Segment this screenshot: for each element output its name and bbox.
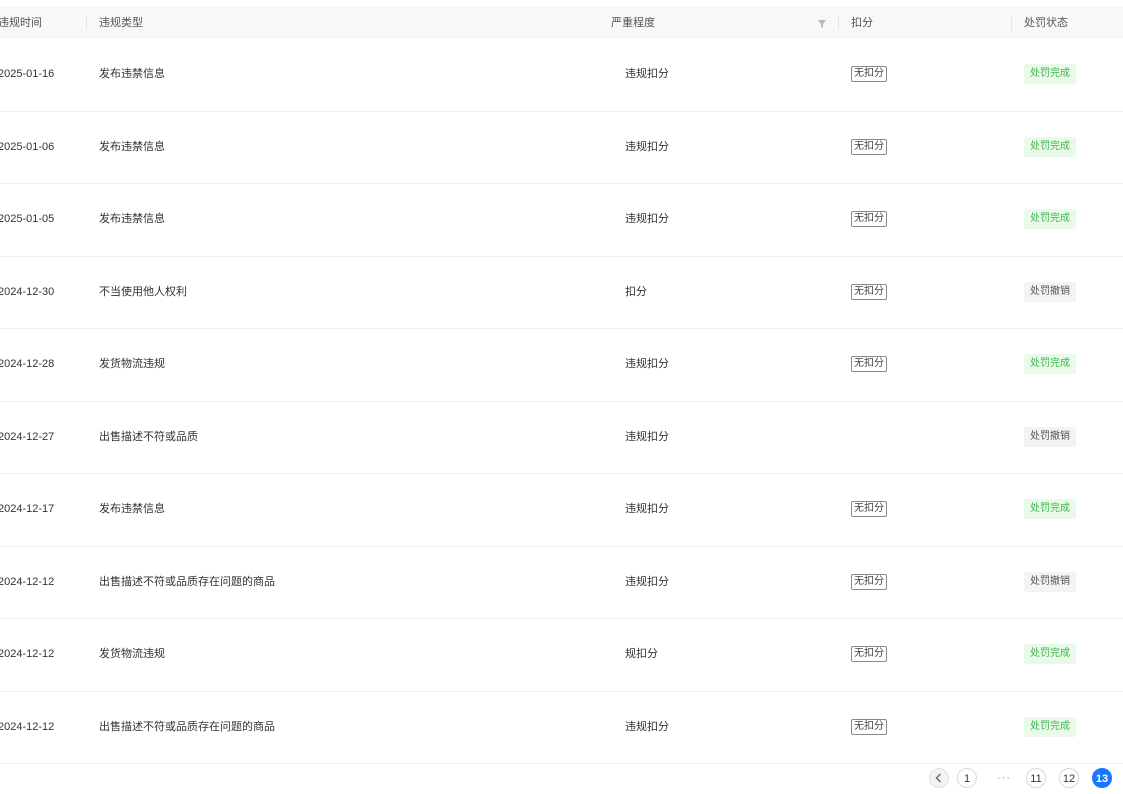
pagination: 1 ··· 11 12 13 bbox=[0, 768, 1123, 790]
pagination-ellipsis[interactable]: ··· bbox=[994, 768, 1014, 788]
status-badge: 处罚撤销 bbox=[1024, 426, 1076, 447]
table-row: 2024-12-12 出售描述不符或品质存在问题的商品 违规扣分 无扣分 处罚完… bbox=[0, 692, 1123, 764]
points-tag: 无扣分 bbox=[851, 718, 887, 735]
status-cell: 处罚完成 bbox=[1024, 329, 1076, 400]
violation-type: 出售描述不符或品质存在问题的商品 bbox=[99, 720, 275, 733]
table-row: 2024-12-12 出售描述不符或品质存在问题的商品 违规扣分 无扣分 处罚撤… bbox=[0, 547, 1123, 619]
violations-table: 违规时间 违规类型 严重程度 扣分 处罚状态 2025-01-16 发布违禁信息… bbox=[0, 7, 1123, 764]
status-badge: 处罚完成 bbox=[1024, 716, 1076, 737]
points-tag: 无扣分 bbox=[851, 501, 887, 518]
table-row: 2025-01-16 发布违禁信息 违规扣分 无扣分 处罚完成 bbox=[0, 39, 1123, 112]
points-tag: 无扣分 bbox=[851, 356, 887, 373]
points-cell: 无扣分 bbox=[851, 329, 887, 400]
points-tag: 无扣分 bbox=[851, 283, 887, 300]
table-row: 2024-12-30 不当使用他人权利 扣分 无扣分 处罚撤销 bbox=[0, 257, 1123, 329]
status-cell: 处罚完成 bbox=[1024, 692, 1076, 763]
violation-severity: 违规扣分 bbox=[625, 213, 669, 225]
violation-severity: 违规扣分 bbox=[625, 140, 669, 153]
violation-date: 2024-12-28 bbox=[0, 358, 55, 370]
status-cell: 处罚完成 bbox=[1024, 112, 1076, 183]
violation-severity: 违规扣分 bbox=[625, 358, 669, 370]
table-row: 2024-12-28 发货物流违规 违规扣分 无扣分 处罚完成 bbox=[0, 329, 1123, 402]
points-cell: 无扣分 bbox=[851, 39, 887, 110]
violation-type: 发布违禁信息 bbox=[99, 213, 165, 225]
table-row: 2025-01-05 发布违禁信息 违规扣分 无扣分 处罚完成 bbox=[0, 184, 1123, 257]
violation-date: 2024-12-12 bbox=[0, 575, 55, 588]
status-cell: 处罚完成 bbox=[1024, 474, 1076, 545]
header-divider bbox=[838, 16, 839, 30]
points-tag: 无扣分 bbox=[851, 138, 887, 155]
violation-type: 出售描述不符或品质 bbox=[99, 430, 198, 443]
status-cell: 处罚完成 bbox=[1024, 39, 1076, 110]
violation-severity: 违规扣分 bbox=[625, 575, 669, 588]
status-badge: 处罚完成 bbox=[1024, 644, 1076, 665]
header-status: 处罚状态 bbox=[1024, 17, 1068, 29]
violation-type: 发货物流违规 bbox=[99, 358, 165, 370]
violation-type: 发货物流违规 bbox=[99, 648, 165, 660]
violation-date: 2025-01-06 bbox=[0, 140, 55, 153]
violation-severity: 违规扣分 bbox=[625, 720, 669, 733]
table-header: 违规时间 违规类型 严重程度 扣分 处罚状态 bbox=[0, 7, 1123, 39]
violation-date: 2024-12-12 bbox=[0, 648, 55, 660]
page-button[interactable]: 12 bbox=[1059, 768, 1079, 788]
header-divider bbox=[86, 16, 87, 30]
violation-type: 发布违禁信息 bbox=[99, 140, 165, 153]
violation-severity: 违规扣分 bbox=[625, 430, 669, 443]
violation-date: 2024-12-30 bbox=[0, 285, 55, 298]
table-body: 2025-01-16 发布违禁信息 违规扣分 无扣分 处罚完成 2025-01-… bbox=[0, 39, 1123, 764]
violation-severity: 违规扣分 bbox=[625, 503, 669, 515]
points-tag: 无扣分 bbox=[851, 211, 887, 228]
header-severity: 严重程度 bbox=[611, 17, 655, 29]
points-cell: 无扣分 bbox=[851, 112, 887, 183]
violation-date: 2025-01-05 bbox=[0, 213, 55, 225]
points-cell: 无扣分 bbox=[851, 619, 887, 690]
points-cell: 无扣分 bbox=[851, 692, 887, 763]
status-badge: 处罚完成 bbox=[1024, 354, 1076, 375]
violation-date: 2024-12-27 bbox=[0, 430, 55, 443]
violation-severity: 规扣分 bbox=[625, 648, 658, 660]
points-tag: 无扣分 bbox=[851, 66, 887, 83]
status-cell: 处罚撤销 bbox=[1024, 402, 1076, 473]
table-row: 2024-12-12 发货物流违规 规扣分 无扣分 处罚完成 bbox=[0, 619, 1123, 692]
status-cell: 处罚完成 bbox=[1024, 619, 1076, 690]
status-badge: 处罚撤销 bbox=[1024, 281, 1076, 302]
status-badge: 处罚完成 bbox=[1024, 136, 1076, 157]
violation-date: 2024-12-12 bbox=[0, 720, 55, 733]
status-cell: 处罚完成 bbox=[1024, 184, 1076, 255]
violation-date: 2025-01-16 bbox=[0, 68, 55, 80]
violation-type: 发布违禁信息 bbox=[99, 68, 165, 80]
status-badge: 处罚完成 bbox=[1024, 209, 1076, 230]
points-cell: 无扣分 bbox=[851, 547, 887, 618]
violation-severity: 违规扣分 bbox=[625, 68, 669, 80]
header-divider bbox=[1011, 16, 1012, 30]
status-badge: 处罚完成 bbox=[1024, 64, 1076, 85]
violation-date: 2024-12-17 bbox=[0, 503, 55, 515]
points-cell: 无扣分 bbox=[851, 474, 887, 545]
points-tag: 无扣分 bbox=[851, 646, 887, 663]
header-type: 违规类型 bbox=[99, 17, 143, 29]
points-cell: 无扣分 bbox=[851, 257, 887, 328]
status-cell: 处罚撤销 bbox=[1024, 547, 1076, 618]
violation-type: 发布违禁信息 bbox=[99, 503, 165, 515]
page-button-current[interactable]: 13 bbox=[1092, 768, 1112, 788]
status-badge: 处罚撤销 bbox=[1024, 571, 1076, 592]
table-row: 2024-12-27 出售描述不符或品质 违规扣分 处罚撤销 bbox=[0, 402, 1123, 474]
table-row: 2025-01-06 发布违禁信息 违规扣分 无扣分 处罚完成 bbox=[0, 112, 1123, 184]
violation-severity: 扣分 bbox=[625, 285, 647, 298]
status-badge: 处罚完成 bbox=[1024, 499, 1076, 520]
points-cell: 无扣分 bbox=[851, 184, 887, 255]
status-cell: 处罚撤销 bbox=[1024, 257, 1076, 328]
violation-type: 不当使用他人权利 bbox=[99, 285, 187, 298]
header-points: 扣分 bbox=[851, 17, 873, 29]
points-tag: 无扣分 bbox=[851, 573, 887, 590]
page-button[interactable]: 1 bbox=[957, 768, 977, 788]
table-row: 2024-12-17 发布违禁信息 违规扣分 无扣分 处罚完成 bbox=[0, 474, 1123, 547]
header-date: 违规时间 bbox=[0, 17, 42, 29]
filter-icon[interactable] bbox=[818, 19, 826, 28]
violation-type: 出售描述不符或品质存在问题的商品 bbox=[99, 575, 275, 588]
page-button[interactable]: 11 bbox=[1026, 768, 1046, 788]
chevron-left-icon[interactable] bbox=[929, 768, 949, 788]
